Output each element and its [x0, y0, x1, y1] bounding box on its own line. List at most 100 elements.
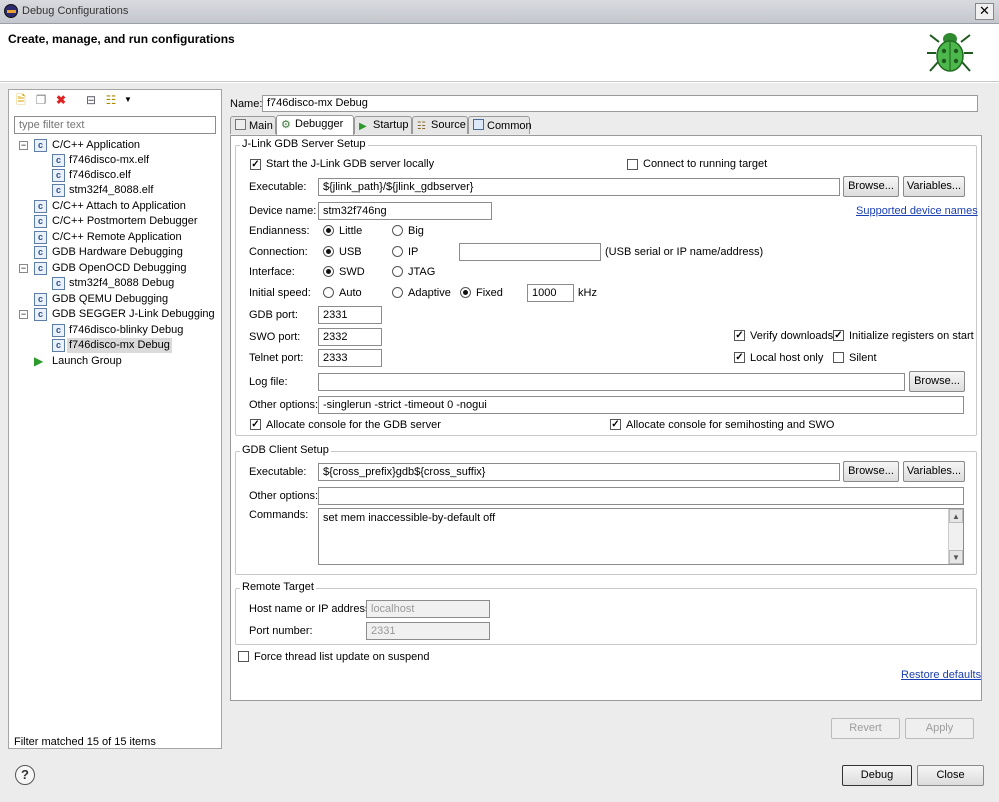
server-executable-label: Executable: — [249, 181, 307, 193]
force-thread-checkbox[interactable] — [238, 651, 249, 662]
adaptive-label: Adaptive — [408, 287, 451, 299]
telnet-port-field[interactable]: 2333 — [318, 349, 382, 367]
help-icon[interactable]: ? — [15, 765, 35, 785]
tree-label: f746disco-blinky Debug — [69, 324, 184, 336]
client-executable-field[interactable]: ${cross_prefix}gdb${cross_suffix} — [318, 463, 840, 481]
jtag-radio[interactable] — [392, 266, 403, 277]
usb-radio[interactable] — [323, 246, 334, 257]
tab-source[interactable]: ☷ Source — [412, 116, 468, 134]
ip-radio[interactable] — [392, 246, 403, 257]
swd-radio[interactable] — [323, 266, 334, 277]
remote-target-group: Remote Target Host name or IP address: l… — [235, 581, 977, 645]
speed-auto-radio[interactable] — [323, 287, 334, 298]
tree-category[interactable]: c GDB QEMU Debugging — [19, 292, 219, 307]
verify-downloads-checkbox[interactable]: ✓ — [734, 330, 745, 341]
init-registers-label: Initialize registers on start — [849, 330, 974, 342]
log-file-field[interactable] — [318, 373, 905, 391]
telnet-port-label: Telnet port: — [249, 352, 304, 364]
commands-scrollbar[interactable]: ▲ ▼ — [948, 509, 963, 564]
ip-address-field[interactable] — [459, 243, 601, 261]
localhost-only-checkbox[interactable]: ✓ — [734, 352, 745, 363]
speed-khz-field[interactable]: 1000 — [527, 284, 574, 302]
tree-label: C/C++ Application — [52, 139, 141, 151]
tree-label: Launch Group — [52, 355, 122, 367]
new-config-icon[interactable]: 🗎 — [13, 92, 29, 108]
connect-running-checkbox[interactable] — [627, 159, 638, 170]
filter-icon[interactable]: ☷ — [103, 92, 119, 108]
tree-category[interactable]: c C/C++ Attach to Application — [19, 199, 219, 214]
tree-category[interactable]: − c C/C++ Application — [19, 138, 219, 153]
client-browse-button[interactable]: Browse... — [843, 461, 899, 482]
initial-speed-label: Initial speed: — [249, 287, 311, 299]
collapse-icon[interactable]: − — [19, 264, 28, 273]
tab-main[interactable]: Main — [230, 116, 276, 134]
tree-item[interactable]: c stm32f4_8088.elf — [19, 183, 219, 198]
tree-item[interactable]: c f746disco-blinky Debug — [19, 323, 219, 338]
speed-adaptive-radio[interactable] — [392, 287, 403, 298]
window-close-button[interactable]: ✕ — [975, 3, 994, 20]
port-number-field: 2331 — [366, 622, 490, 640]
host-field: localhost — [366, 600, 490, 618]
config-name-field[interactable]: f746disco-mx Debug — [262, 95, 978, 112]
tab-startup[interactable]: ▶ Startup — [354, 116, 412, 134]
tree-category[interactable]: c GDB Hardware Debugging — [19, 245, 219, 260]
scroll-down-icon[interactable]: ▼ — [949, 550, 963, 564]
server-group-title: J-Link GDB Server Setup — [240, 138, 368, 150]
alloc-semihost-checkbox[interactable]: ✓ — [610, 419, 621, 430]
collapse-icon[interactable]: − — [19, 310, 28, 319]
server-executable-field[interactable]: ${jlink_path}/${jlink_gdbserver} — [318, 178, 840, 196]
big-endian-radio[interactable] — [392, 225, 403, 236]
revert-button[interactable]: Revert — [831, 718, 900, 739]
little-endian-radio[interactable] — [323, 225, 334, 236]
collapse-all-icon[interactable]: ⊟ — [83, 92, 99, 108]
supported-devices-link[interactable]: Supported device names — [856, 205, 978, 217]
tab-common[interactable]: Common — [468, 116, 532, 134]
gdb-port-field[interactable]: 2331 — [318, 306, 382, 324]
tree-item[interactable]: c stm32f4_8088 Debug — [19, 276, 219, 291]
start-locally-checkbox[interactable]: ✓ — [250, 159, 261, 170]
swo-port-field[interactable]: 2332 — [318, 328, 382, 346]
window-title: Debug Configurations — [22, 5, 129, 17]
launch-group-icon: ▶ — [34, 354, 44, 368]
scroll-up-icon[interactable]: ▲ — [949, 509, 963, 523]
collapse-icon[interactable]: − — [19, 141, 28, 150]
tree-label: f746disco.elf — [69, 169, 131, 181]
debugger-tab-icon: ⚙ — [281, 119, 291, 131]
tree-category[interactable]: − c GDB SEGGER J-Link Debugging — [19, 307, 219, 322]
tree-label: GDB QEMU Debugging — [52, 293, 169, 305]
init-registers-checkbox[interactable]: ✓ — [833, 330, 844, 341]
interface-label: Interface: — [249, 266, 295, 278]
tree-item[interactable]: c f746disco-mx.elf — [19, 153, 219, 168]
commands-textarea[interactable]: set mem inaccessible-by-default off ▲ ▼ — [318, 508, 964, 565]
jtag-label: JTAG — [408, 266, 436, 278]
client-other-options-field[interactable] — [318, 487, 964, 505]
c-postmortem-icon: c — [34, 215, 47, 228]
tree-category[interactable]: − c GDB OpenOCD Debugging — [19, 261, 219, 276]
tree-item[interactable]: c f746disco.elf — [19, 168, 219, 183]
device-name-field[interactable]: stm32f746ng — [318, 202, 492, 220]
speed-fixed-radio[interactable] — [460, 287, 471, 298]
tab-debugger[interactable]: ⚙ Debugger — [276, 115, 354, 135]
close-button[interactable]: Close — [917, 765, 984, 786]
silent-checkbox[interactable] — [833, 352, 844, 363]
client-variables-button[interactable]: Variables... — [903, 461, 965, 482]
duplicate-icon[interactable]: ❐ — [33, 92, 49, 108]
host-label: Host name or IP address: — [249, 603, 374, 615]
start-locally-label: Start the J-Link GDB server locally — [266, 158, 435, 170]
log-browse-button[interactable]: Browse... — [909, 371, 965, 392]
server-variables-button[interactable]: Variables... — [903, 176, 965, 197]
tree-category[interactable]: c C/C++ Remote Application — [19, 230, 219, 245]
tab-label: Source — [431, 119, 466, 131]
tree-category[interactable]: ▶ Launch Group — [19, 354, 219, 369]
server-browse-button[interactable]: Browse... — [843, 176, 899, 197]
filter-input[interactable] — [14, 116, 216, 134]
restore-defaults-link[interactable]: Restore defaults — [901, 669, 981, 681]
alloc-console-checkbox[interactable]: ✓ — [250, 419, 261, 430]
delete-icon[interactable]: ✖ — [53, 92, 69, 108]
tree-item-selected[interactable]: c f746disco-mx Debug — [19, 338, 219, 353]
server-other-options-field[interactable]: -singlerun -strict -timeout 0 -nogui — [318, 396, 964, 414]
tree-category[interactable]: c C/C++ Postmortem Debugger — [19, 214, 219, 229]
apply-button[interactable]: Apply — [905, 718, 974, 739]
filter-menu-chevron-icon[interactable]: ▼ — [120, 92, 136, 108]
debug-button[interactable]: Debug — [842, 765, 912, 786]
